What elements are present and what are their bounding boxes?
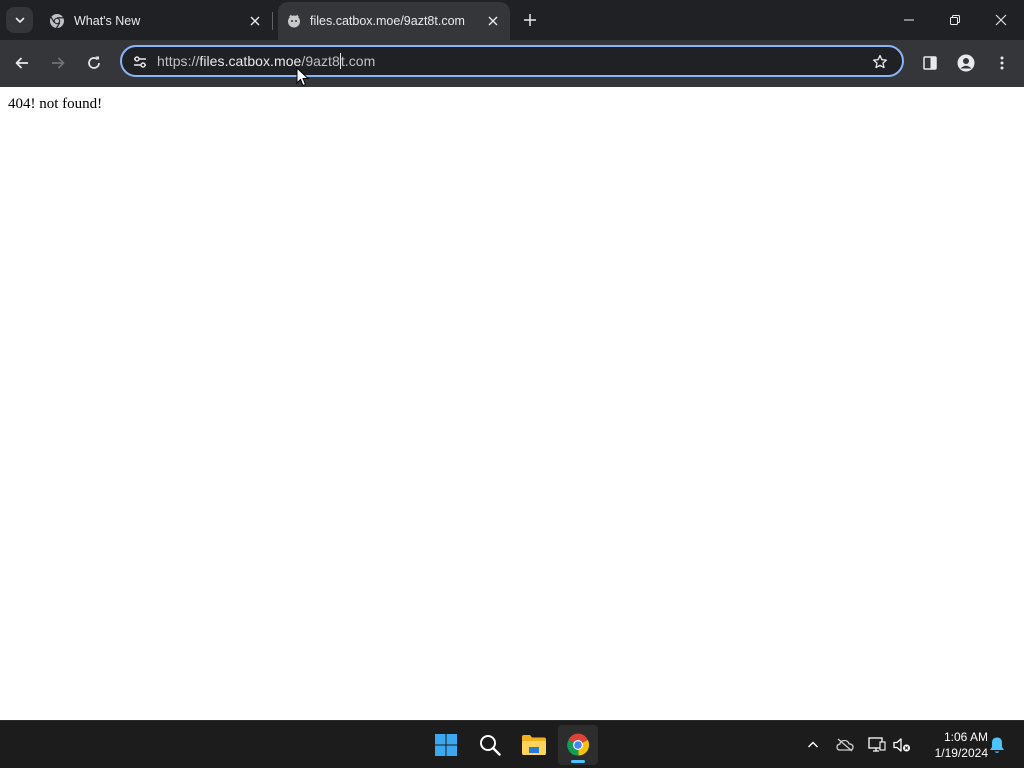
profile-button[interactable] — [951, 48, 981, 78]
reload-button[interactable] — [79, 48, 109, 78]
mouse-pointer-icon — [296, 67, 310, 87]
tab-title: files.catbox.moe/9azt8t.com — [310, 14, 465, 28]
tab-title: What's New — [74, 13, 141, 28]
address-bar[interactable]: https://files.catbox.moe/9azt8t.com — [120, 45, 904, 77]
tab-search-button[interactable] — [6, 7, 33, 33]
bell-icon — [990, 737, 1004, 753]
taskbar-clock[interactable]: 1:06 AM 1/19/2024 — [918, 729, 988, 761]
url-path-rest: t.com — [340, 53, 376, 69]
close-tab-button[interactable] — [246, 12, 264, 30]
volume-tray-button[interactable] — [890, 733, 914, 757]
search-button[interactable] — [470, 725, 510, 765]
show-hidden-icons-button[interactable] — [801, 733, 825, 757]
tab-strip: What's New files.catbox.moe/9azt8t.com — [0, 0, 1024, 40]
account-icon — [957, 54, 975, 72]
clock-date: 1/19/2024 — [934, 746, 988, 760]
minimize-button[interactable] — [886, 0, 932, 40]
side-panel-button[interactable] — [915, 48, 945, 78]
restore-button[interactable] — [932, 0, 978, 40]
url-scheme: https:// — [157, 53, 200, 69]
minimize-icon — [904, 19, 914, 21]
bookmark-button[interactable] — [870, 52, 890, 72]
chrome-icon — [567, 733, 590, 756]
back-button[interactable] — [7, 48, 37, 78]
search-icon — [480, 735, 501, 756]
tab-separator — [272, 12, 273, 30]
start-button[interactable] — [426, 725, 466, 765]
file-explorer-button[interactable] — [514, 725, 554, 765]
star-icon — [872, 54, 888, 69]
url-text[interactable]: https://files.catbox.moe/9azt8t.com — [157, 53, 375, 69]
arrow-right-icon — [52, 57, 65, 69]
page-viewport: 404! not found! — [0, 87, 1024, 720]
new-tab-button[interactable] — [518, 8, 542, 32]
close-icon — [995, 14, 1007, 26]
chevron-down-icon — [15, 17, 24, 23]
network-icon — [868, 737, 886, 752]
browser-toolbar: https://files.catbox.moe/9azt8t.com — [0, 40, 1024, 87]
windows-taskbar: 1:06 AM 1/19/2024 — [0, 720, 1024, 768]
close-tab-button[interactable] — [484, 12, 502, 30]
url-host: files.catbox.moe — [199, 53, 302, 69]
notifications-button[interactable] — [985, 733, 1009, 757]
site-info-button[interactable] — [130, 52, 150, 72]
plus-icon — [524, 14, 536, 26]
side-panel-icon — [923, 56, 937, 70]
chrome-taskbar-button[interactable] — [558, 725, 598, 765]
windows-logo-icon — [435, 734, 457, 756]
chrome-icon — [50, 13, 64, 28]
folder-icon — [522, 735, 546, 755]
close-icon — [250, 16, 260, 25]
tab-catbox[interactable]: files.catbox.moe/9azt8t.com — [278, 2, 510, 40]
arrow-left-icon — [15, 57, 28, 69]
forward-button[interactable] — [43, 48, 73, 78]
reload-icon — [88, 56, 100, 69]
tune-icon — [134, 56, 146, 68]
cloud-off-icon — [836, 738, 854, 752]
close-window-button[interactable] — [978, 0, 1024, 40]
active-app-indicator — [571, 760, 585, 763]
clock-time: 1:06 AM — [943, 730, 988, 744]
onedrive-tray-button[interactable] — [833, 733, 857, 757]
more-vert-icon — [1000, 56, 1004, 70]
catbox-favicon-icon — [288, 14, 300, 28]
chevron-up-icon — [808, 741, 818, 748]
restore-icon — [950, 15, 960, 25]
close-icon — [488, 16, 498, 26]
tab-whats-new[interactable]: What's New — [40, 3, 272, 38]
menu-button[interactable] — [987, 48, 1017, 78]
volume-muted-icon — [893, 738, 910, 752]
network-tray-button[interactable] — [865, 733, 889, 757]
page-body-text: 404! not found! — [8, 96, 103, 112]
